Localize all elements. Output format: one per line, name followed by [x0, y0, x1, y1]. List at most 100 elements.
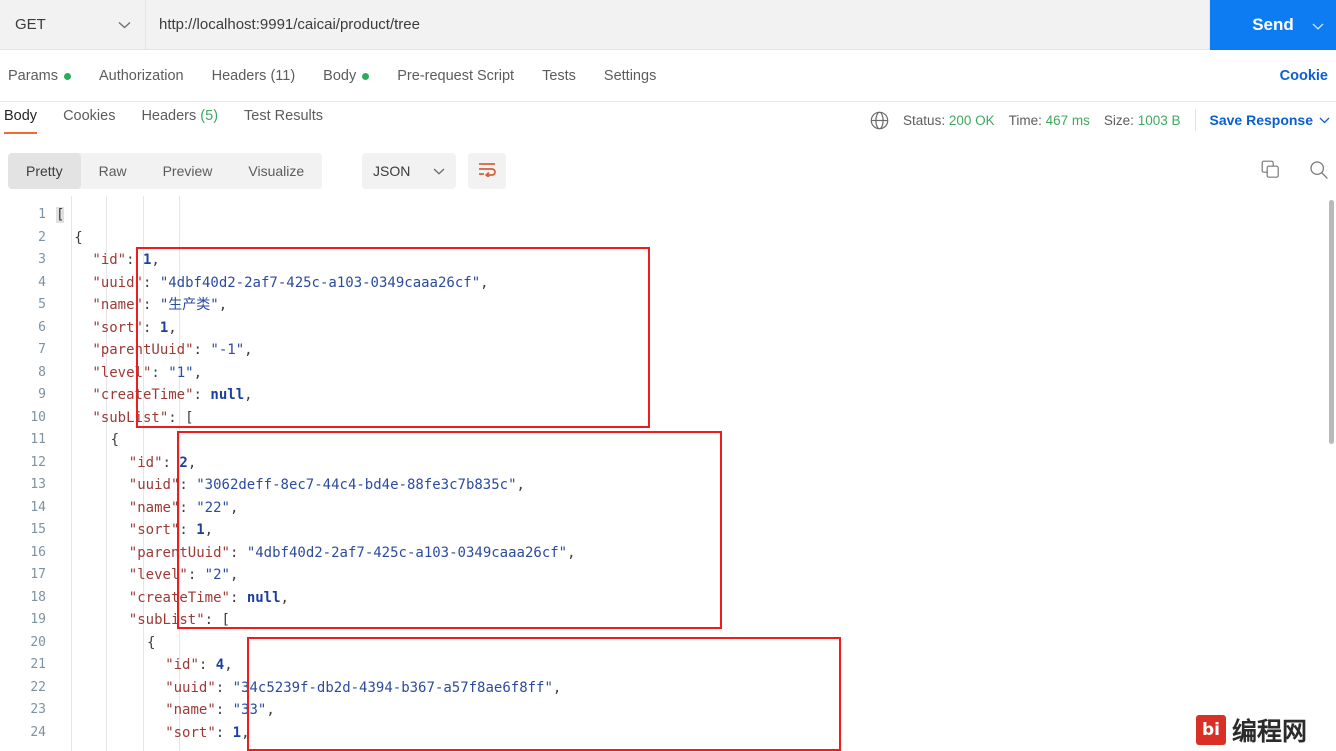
response-tab-body-label: Body — [4, 108, 38, 124]
response-tab-test-results[interactable]: Test Results — [231, 102, 336, 124]
tab-headers-label: Headers (11) — [211, 68, 296, 84]
json-code[interactable]: [{"id": 1, "uuid": "4dbf40d2-2af7-425c-a1… — [56, 196, 1336, 751]
tab-headers[interactable]: Headers (11) — [198, 51, 310, 101]
vertical-scrollbar[interactable] — [1329, 200, 1334, 444]
line-number: 19 — [30, 612, 46, 627]
code-token: "sort" — [165, 724, 216, 741]
code-token: , — [218, 297, 228, 313]
send-options-chevron-icon[interactable] — [1312, 17, 1324, 35]
code-token: "name" — [92, 297, 143, 313]
line-number: 4 — [38, 274, 46, 290]
code-token: , — [480, 274, 489, 291]
code-token: "-1" — [210, 342, 245, 358]
tab-pre-request-script[interactable]: Pre-request Script — [383, 51, 528, 101]
params-modified-dot-icon — [63, 72, 71, 80]
view-mode-pretty[interactable]: Pretty — [8, 153, 81, 189]
code-token: "subList" — [92, 409, 169, 426]
code-token: , — [241, 724, 250, 741]
view-mode-visualize-label: Visualize — [248, 163, 305, 179]
code-token: "id" — [165, 657, 199, 673]
code-line: "parentUuid": "4dbf40d2-2af7-425c-a103-0… — [129, 542, 576, 565]
view-mode-visualize[interactable]: Visualize — [230, 153, 322, 189]
code-token: , — [224, 657, 233, 673]
code-token: "parentUuid" — [92, 342, 194, 358]
response-body-viewer[interactable]: 1 2 3 4 5 6 7 8 9 10 11 12 13 14 15 16 17 18 19 20 21 22 23 24 … — [0, 196, 1336, 751]
tab-authorization[interactable]: Authorization — [85, 51, 198, 101]
line-number-gutter: 1 2 3 4 5 6 7 8 9 10 11 12 13 14 15 16 17 18 19 20 21 22 23 24 — [0, 196, 56, 751]
response-tab-headers[interactable]: Headers (5) — [128, 102, 231, 124]
code-token: : — [204, 612, 222, 628]
tab-settings[interactable]: Settings — [590, 51, 670, 101]
http-method-label: GET — [15, 16, 46, 33]
tab-params[interactable]: Params — [0, 51, 85, 101]
watermark-logo-icon: bi — [1196, 715, 1226, 745]
code-token: , — [168, 319, 177, 336]
code-token: "id" — [128, 454, 163, 471]
time-value: 467 ms — [1045, 112, 1090, 128]
response-meta: Status: 200 OK Time: 467 ms Size: 1003 B… — [870, 102, 1336, 138]
line-number: 1 — [38, 207, 46, 222]
response-format-selector[interactable]: JSON — [362, 153, 456, 189]
code-line: "id": 1, — [92, 249, 159, 272]
code-token: "uuid" — [92, 274, 143, 291]
response-tab-cookies[interactable]: Cookies — [50, 102, 128, 124]
code-token: , — [151, 252, 160, 268]
line-number: 14 — [30, 499, 46, 515]
word-wrap-toggle-button[interactable] — [468, 153, 506, 189]
code-token: "3062deff-8ec7-44c4-bd4e-88fe3c7b835c" — [196, 477, 517, 493]
response-tab-body[interactable]: Body — [0, 102, 50, 134]
code-line: "name": "生产类", — [92, 294, 227, 317]
line-number: 9 — [38, 387, 46, 402]
code-line: "subList": [ — [92, 407, 193, 430]
code-token: , — [266, 702, 275, 718]
code-token: [ — [56, 207, 65, 223]
size-value: 1003 B — [1137, 112, 1181, 128]
save-response-label: Save Response — [1209, 112, 1314, 128]
tab-authorization-label: Authorization — [98, 68, 184, 84]
code-token: : — [229, 589, 247, 606]
response-view-toolbar: Pretty Raw Preview Visualize JSON — [0, 150, 1336, 192]
search-response-button[interactable] — [1307, 160, 1331, 184]
cookies-link[interactable]: Cookie — [1280, 51, 1336, 101]
code-token: "level" — [128, 567, 188, 583]
code-token: : — [215, 679, 233, 696]
code-token: "4dbf40d2-2af7-425c-a103-0349caaa26cf" — [246, 544, 568, 561]
line-number: 18 — [30, 589, 46, 605]
code-line: "uuid": "4dbf40d2-2af7-425c-a103-0349caa… — [92, 272, 488, 295]
http-method-selector[interactable]: GET — [0, 0, 146, 50]
view-mode-preview[interactable]: Preview — [145, 153, 231, 189]
line-number: 8 — [38, 364, 46, 380]
tab-body[interactable]: Body — [309, 51, 383, 101]
time-badge: Time: 467 ms — [1009, 113, 1090, 128]
line-number: 2 — [38, 229, 46, 245]
code-token: , — [567, 544, 576, 561]
tab-tests-label: Tests — [542, 68, 576, 84]
code-token: , — [229, 499, 239, 516]
code-token: : — [162, 454, 180, 471]
code-line: { — [74, 227, 82, 250]
line-number: 17 — [30, 567, 46, 582]
line-number: 6 — [38, 319, 46, 335]
save-response-button[interactable]: Save Response — [1210, 112, 1331, 128]
tab-tests[interactable]: Tests — [528, 51, 590, 101]
line-number: 21 — [30, 657, 46, 672]
tab-body-label: Body — [323, 68, 357, 84]
code-token: : — [229, 544, 247, 561]
body-modified-dot-icon — [362, 72, 370, 80]
code-token: 1 — [159, 319, 169, 336]
code-token: "level" — [92, 364, 152, 381]
send-button[interactable]: Send — [1210, 0, 1336, 50]
code-token: "sort" — [128, 522, 180, 538]
copy-response-button[interactable] — [1258, 160, 1282, 184]
size-label: Size: — [1103, 112, 1134, 128]
code-token: "name" — [165, 702, 216, 718]
view-mode-raw[interactable]: Raw — [81, 153, 145, 189]
search-icon — [1309, 160, 1329, 185]
url-input[interactable]: http://localhost:9991/caicai/product/tre… — [146, 0, 1210, 50]
code-line: "sort": 1, — [92, 317, 176, 340]
code-line: "name": "33", — [165, 699, 275, 722]
code-line: "name": "22", — [129, 497, 239, 520]
code-token: , — [187, 454, 197, 471]
code-line: [ — [56, 204, 65, 227]
code-token: "sort" — [92, 319, 143, 336]
